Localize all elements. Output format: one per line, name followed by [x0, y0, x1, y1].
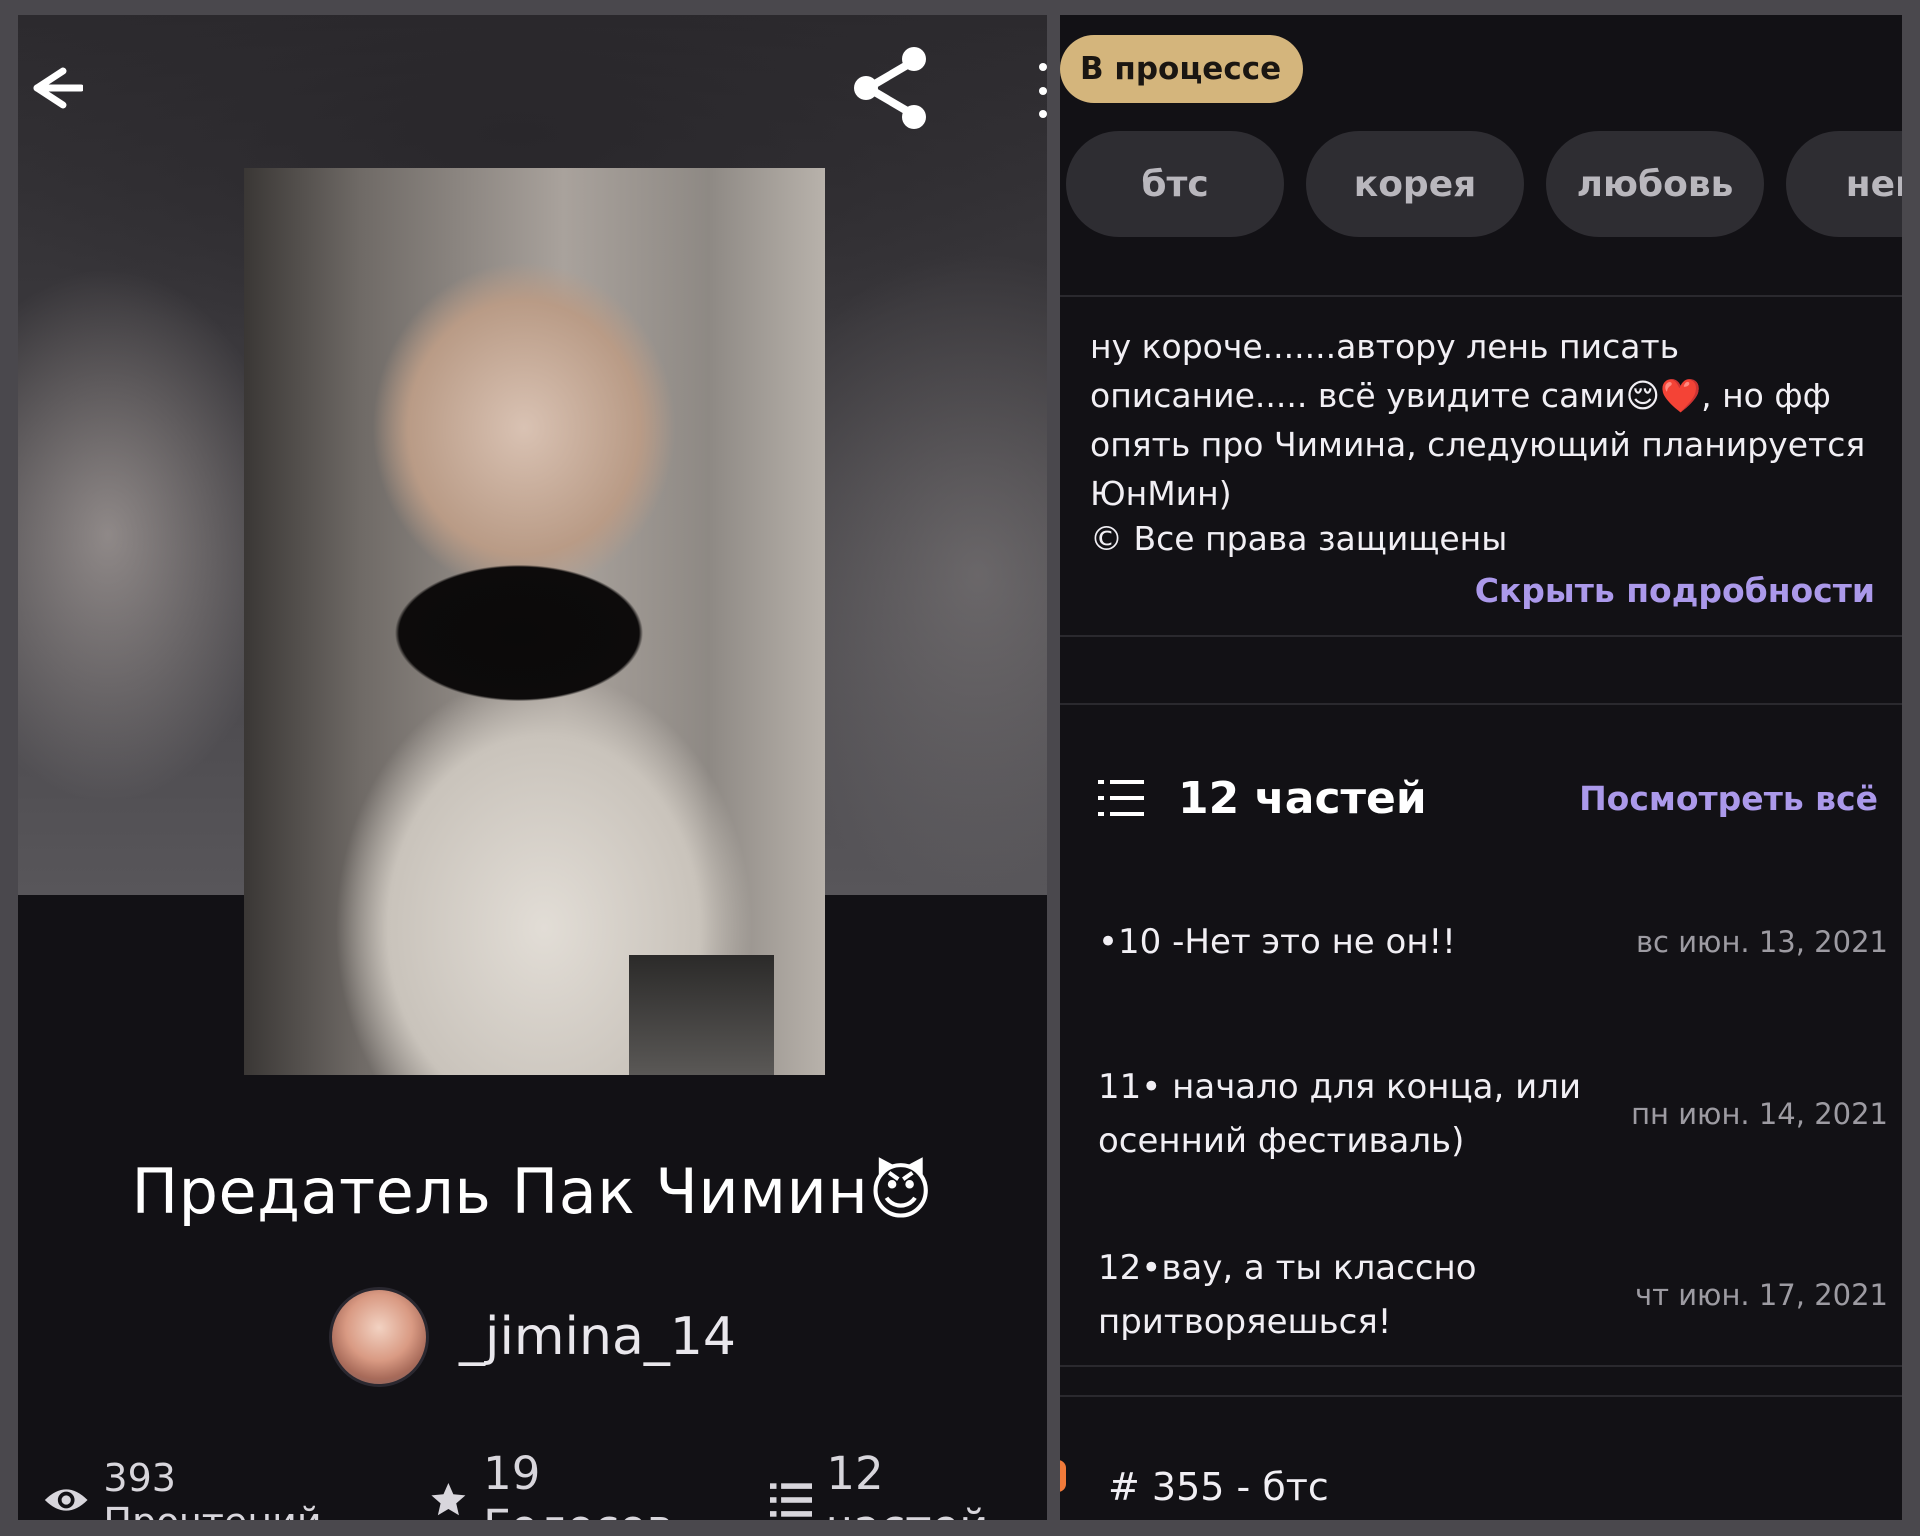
story-cover-panel: Предатель Пак Чимин😈 _jimina_14 393 Проч… — [18, 15, 1047, 1520]
chapter-date: пн июн. 14, 2021 — [1631, 1097, 1888, 1131]
arrow-left-icon — [33, 67, 83, 109]
reads-count: 393 Прочтений — [103, 1456, 321, 1520]
parts-count: 12 частей — [826, 1447, 988, 1520]
story-details-panel: В процессе бтс корея любовь нена ну коро… — [1060, 15, 1902, 1520]
star-icon — [431, 1482, 466, 1516]
author-avatar[interactable] — [329, 1287, 429, 1387]
share-icon — [854, 47, 926, 129]
chapter-title: •10 -Нет это не он!! — [1098, 922, 1456, 962]
cover-image-detail — [629, 955, 774, 1075]
list-icon — [1098, 780, 1144, 816]
reads-stat: 393 Прочтений — [43, 1456, 384, 1520]
chapter-row[interactable]: 11• начало для конца, или осенний фестив… — [1098, 1060, 1888, 1168]
votes-count: 19 Голосов — [483, 1447, 673, 1520]
parts-title: 12 частей — [1178, 772, 1427, 824]
more-vertical-icon[interactable] — [1038, 63, 1047, 118]
divider — [1060, 703, 1902, 705]
divider — [1060, 1395, 1902, 1397]
chapter-row[interactable]: 12•вау, а ты классно притворяешься! чт и… — [1098, 1241, 1888, 1349]
tag-chip[interactable]: бтс — [1066, 131, 1284, 237]
story-description: ну короче.......автору лень писать описа… — [1090, 327, 1866, 513]
view-all-link[interactable]: Посмотреть всё — [1579, 779, 1878, 818]
ranking-marker — [1060, 1460, 1066, 1492]
eye-icon — [44, 1489, 88, 1511]
parts-stat: 12 частей — [769, 1447, 1043, 1520]
tag-chip[interactable]: любовь — [1546, 131, 1764, 237]
tags-list: бтс корея любовь нена — [1066, 131, 1902, 241]
divider — [1060, 1365, 1902, 1367]
ranking-tag[interactable]: # 355 - бтс — [1108, 1465, 1329, 1509]
votes-stat: 19 Голосов — [428, 1447, 725, 1520]
tag-chip[interactable]: корея — [1306, 131, 1524, 237]
share-button[interactable] — [836, 33, 946, 143]
divider — [1060, 295, 1902, 297]
chapter-title: 11• начало для конца, или осенний фестив… — [1098, 1067, 1582, 1161]
chapter-row[interactable]: •10 -Нет это не он!! вс июн. 13, 2021 — [1098, 915, 1888, 969]
list-icon — [769, 1483, 813, 1517]
story-stats: 393 Прочтений 19 Голосов 12 частей — [43, 1447, 1043, 1520]
chapter-date: вс июн. 13, 2021 — [1635, 925, 1888, 959]
tag-chip[interactable]: нена — [1786, 131, 1902, 237]
parts-header: 12 частей Посмотреть всё — [1098, 753, 1878, 843]
divider — [1060, 635, 1902, 637]
chapter-title: 12•вау, а ты классно притворяешься! — [1098, 1248, 1477, 1342]
status-badge: В процессе — [1060, 35, 1304, 103]
story-title: Предатель Пак Чимин😈 — [131, 1155, 934, 1228]
author-name[interactable]: _jimina_14 — [459, 1307, 736, 1367]
hide-details-link[interactable]: Скрыть подробности — [1475, 571, 1875, 610]
back-button[interactable] — [18, 53, 88, 123]
author-link[interactable]: _jimina_14 — [18, 1287, 1047, 1387]
chapter-date: чт июн. 17, 2021 — [1634, 1278, 1888, 1312]
story-cover-image[interactable] — [244, 168, 825, 1075]
copyright-notice: © Все права защищены — [1090, 519, 1508, 558]
